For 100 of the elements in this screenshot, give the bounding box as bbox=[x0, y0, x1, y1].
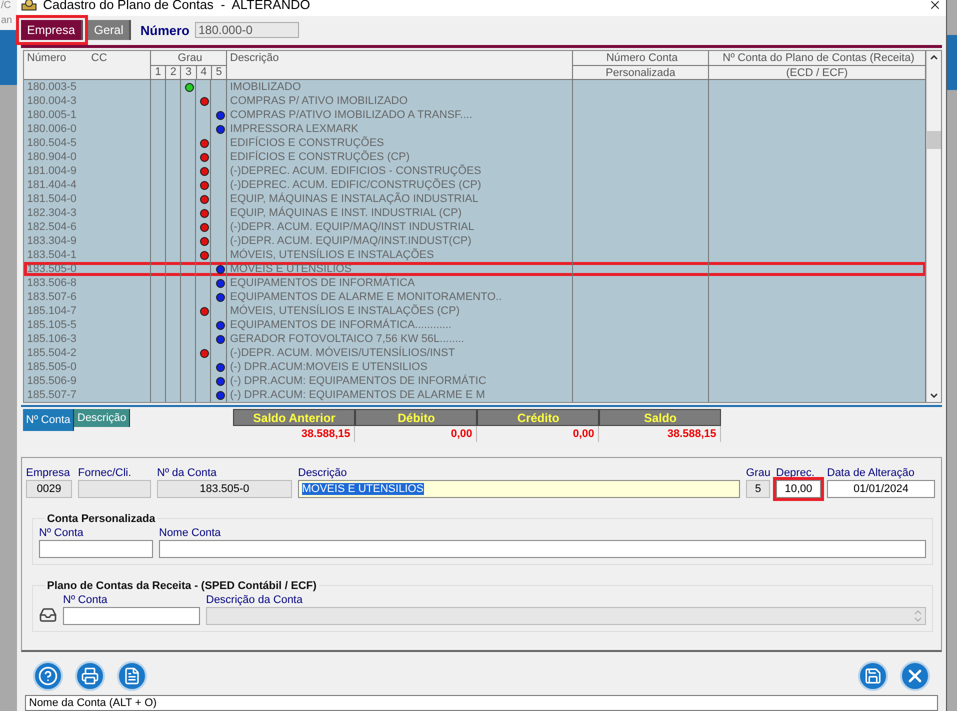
document-icon bbox=[123, 666, 141, 684]
input-field[interactable] bbox=[159, 540, 926, 558]
input-field[interactable]: 0029 bbox=[26, 480, 72, 498]
table-cell: EDIFÍCIOS E CONSTRUÇÕES (CP) bbox=[227, 150, 573, 164]
total-header: Crédito bbox=[477, 409, 600, 426]
field-label: Data de Alteração bbox=[827, 466, 916, 480]
table-cell: EQUIPAMENTOS DE INFORMÁTICA............ bbox=[227, 318, 573, 332]
scroll-thumb[interactable] bbox=[927, 131, 941, 150]
table-cell: (-) DPR.ACUM: EQUIPAMENTOS DE ALARME E M bbox=[227, 388, 573, 402]
status-text: Nome da Conta (ALT + O) bbox=[28, 696, 157, 710]
printer-icon bbox=[81, 666, 99, 684]
field-label: Nº da Conta bbox=[157, 466, 218, 480]
table-row[interactable]: 180.006-0 IMPRESSORA LEXMARK bbox=[24, 122, 926, 136]
column-header: 2 bbox=[166, 66, 182, 80]
column-header: 3 bbox=[181, 66, 197, 80]
column-header: (ECD / ECF) bbox=[709, 65, 925, 80]
table-row[interactable]: 180.904-0 EDIFÍCIOS E CONSTRUÇÕES (CP) bbox=[24, 150, 926, 164]
help-icon bbox=[38, 666, 58, 686]
table-row[interactable]: 185.506-9 (-) DPR.ACUM: EQUIPAMENTOS DE INFORMÁTIC bbox=[24, 374, 926, 388]
table-cell: IMPRESSORA LEXMARK bbox=[227, 122, 573, 136]
total-value: 38.588,15 bbox=[599, 426, 722, 442]
table-cell: 183.505-0 bbox=[24, 262, 151, 276]
field-label: Nome Conta bbox=[159, 526, 222, 540]
table-row[interactable]: 183.505-0 MOVEIS E UTENSILIOS bbox=[24, 262, 926, 276]
table-row[interactable]: 180.004-3 COMPRAS P/ ATIVO IMOBILIZADO bbox=[24, 94, 926, 108]
table-row[interactable]: 182.504-6 (-)DEPR. ACUM. EQUIP/MAQ/INST INDUSTRIAL bbox=[24, 220, 926, 234]
table-row[interactable]: 182.304-3 EQUIP, MÁQUINAS E INST. INDUSTRIAL (CP) bbox=[24, 206, 926, 220]
input-field[interactable] bbox=[63, 606, 200, 625]
table-row[interactable]: 185.106-3 GERADOR FOTOVOLTAICO 7,56 KW 56L........ bbox=[24, 332, 926, 346]
background-window-text: an bbox=[0, 12, 17, 30]
table-cell: EQUIP, MÁQUINAS E INSTALAÇÃO INDUSTRIAL bbox=[227, 192, 573, 206]
table-cell: 182.504-6 bbox=[24, 220, 151, 234]
number-label: Número bbox=[140, 22, 190, 38]
table-cell: EQUIPAMENTOS DE ALARME E MONITORAMENTO.. bbox=[227, 290, 573, 304]
save-button[interactable] bbox=[858, 660, 888, 690]
table-row[interactable]: 185.507-7 (-) DPR.ACUM: EQUIPAMENTOS DE ALARME E M bbox=[24, 388, 926, 402]
table-row[interactable]: 183.504-1 MÓVEIS, UTENSÍLIOS E INSTALAÇÕES bbox=[24, 248, 926, 262]
table-row[interactable]: 185.505-0 (-) DPR.ACUM:MOVEIS E UTENSILIOS bbox=[24, 360, 926, 374]
report-button[interactable] bbox=[117, 660, 147, 690]
table-row[interactable]: 181.004-9 (-)DEPREC. ACUM. EDIFICIOS - CONSTRUÇÕES bbox=[24, 164, 926, 178]
table-row[interactable]: 185.105-5 EQUIPAMENTOS DE INFORMÁTICA............ bbox=[24, 318, 926, 332]
tray-icon[interactable] bbox=[39, 606, 57, 624]
total-header: Saldo bbox=[599, 409, 722, 426]
table-cell: 183.504-1 bbox=[24, 248, 151, 262]
close-button[interactable] bbox=[900, 660, 930, 690]
tab[interactable]: Geral bbox=[88, 20, 132, 40]
table-cell: 181.004-9 bbox=[24, 164, 151, 178]
table-row[interactable]: 180.005-1 COMPRAS P/ATIVO IMOBILIZADO A TRANSF.... bbox=[24, 108, 926, 122]
table-row[interactable]: 183.507-6 EQUIPAMENTOS DE ALARME E MONITORAMENTO.. bbox=[24, 290, 926, 304]
field-label: Nº Conta bbox=[63, 592, 108, 607]
table-cell: 180.004-3 bbox=[24, 94, 151, 108]
input-field[interactable]: 183.505-0 bbox=[157, 480, 292, 498]
input-field[interactable]: 01/01/2024 bbox=[827, 480, 935, 498]
table-row[interactable]: 183.506-8 EQUIPAMENTOS DE INFORMÁTICA bbox=[24, 276, 926, 290]
table-cell: 185.507-7 bbox=[24, 388, 151, 402]
column-header: Personalizada bbox=[573, 65, 708, 80]
table-cell: 183.304-9 bbox=[24, 234, 151, 248]
table-row[interactable]: 185.504-2 (-)DEPR. ACUM. MÓVEIS/UTENSÍLIOS/INST bbox=[24, 346, 926, 360]
table-row[interactable]: 181.404-4 (-)DEPREC. ACUM. EDIFIC/CONSTRUÇÕES (CP) bbox=[24, 178, 926, 192]
tab[interactable]: Nº Conta bbox=[23, 409, 74, 432]
column-header: Grau bbox=[176, 51, 204, 66]
table-cell: MOVEIS E UTENSILIOS bbox=[227, 262, 573, 276]
input-field[interactable]: 10,00 bbox=[776, 480, 821, 498]
input-field[interactable]: 5 bbox=[746, 480, 770, 498]
field-label: Nº Conta bbox=[39, 526, 84, 540]
table-cell: 181.504-0 bbox=[24, 192, 151, 206]
table-cell: 185.505-0 bbox=[24, 360, 151, 374]
save-icon bbox=[864, 666, 882, 684]
field-label: Grau bbox=[746, 466, 770, 480]
table-row[interactable]: 180.003-5 IMOBILIZADO bbox=[24, 80, 926, 94]
number-field: 180.000-0 bbox=[194, 22, 298, 38]
table-cell: 180.006-0 bbox=[24, 122, 151, 136]
table-row[interactable]: 183.304-9 (-)DEPR. ACUM. EQUIP/MAQ/INST.INDUST(CP) bbox=[24, 234, 926, 248]
table-cell: (-)DEPR. ACUM. MÓVEIS/UTENSÍLIOS/INST bbox=[227, 346, 573, 360]
input-field[interactable]: MOVEIS E UTENSILIOS bbox=[298, 480, 740, 498]
table-cell: COMPRAS P/ ATIVO IMOBILIZADO bbox=[227, 94, 573, 108]
table-cell: 183.507-6 bbox=[24, 290, 151, 304]
input-field[interactable] bbox=[39, 540, 153, 558]
column-header: Descrição bbox=[229, 51, 280, 66]
table-cell: 185.105-5 bbox=[24, 318, 151, 332]
column-header: 1 bbox=[151, 66, 166, 80]
input-field[interactable] bbox=[78, 480, 151, 498]
total-header: Débito bbox=[355, 409, 478, 426]
table-row[interactable]: 181.504-0 EQUIP, MÁQUINAS E INSTALAÇÃO INDUSTRIAL bbox=[24, 192, 926, 206]
total-value: 0,00 bbox=[355, 426, 478, 442]
close-icon[interactable] bbox=[928, 0, 942, 12]
table-cell: 185.106-3 bbox=[24, 332, 151, 346]
help-button[interactable] bbox=[33, 660, 63, 690]
table-row[interactable]: 185.104-7 MÓVEIS, UTENSÍLIOS E INSTALAÇÕES (CP) bbox=[24, 304, 926, 318]
table-cell: MÓVEIS, UTENSÍLIOS E INSTALAÇÕES (CP) bbox=[227, 304, 573, 318]
tab[interactable]: Descrição bbox=[74, 409, 130, 428]
table-cell: EQUIPAMENTOS DE INFORMÁTICA bbox=[227, 276, 573, 290]
table-cell: 185.104-7 bbox=[24, 304, 151, 318]
column-header: Número Conta bbox=[605, 51, 679, 66]
table-cell: (-) DPR.ACUM: EQUIPAMENTOS DE INFORMÁTIC bbox=[227, 374, 573, 388]
print-button[interactable] bbox=[75, 660, 105, 690]
window-title: Cadastro do Plano de Contas - ALTERANDO bbox=[43, 0, 312, 12]
table-cell: 180.904-0 bbox=[24, 150, 151, 164]
column-header: CC bbox=[90, 51, 108, 66]
table-row[interactable]: 180.504-5 EDIFÍCIOS E CONSTRUÇÕES bbox=[24, 136, 926, 150]
